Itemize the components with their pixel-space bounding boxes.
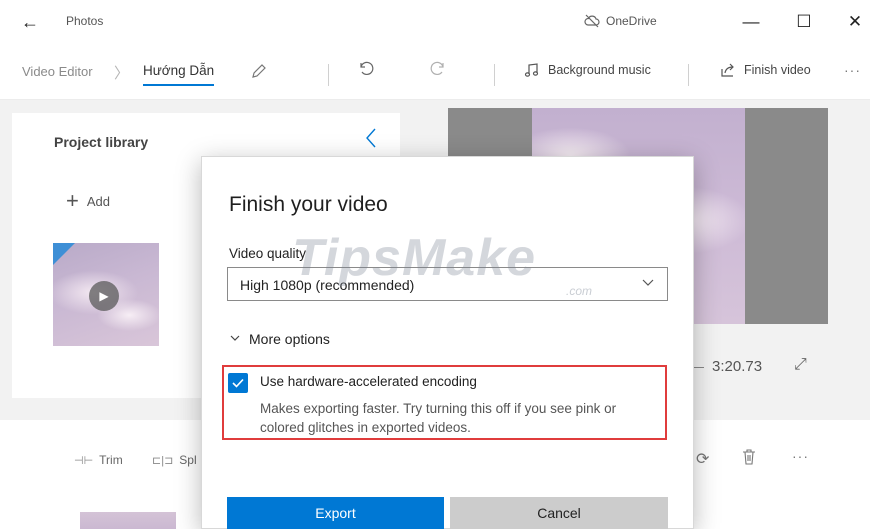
chevron-down-icon xyxy=(641,275,655,292)
add-media-button[interactable]: + Add xyxy=(66,188,110,213)
finish-video-dialog: Finish your video Video quality High 108… xyxy=(201,156,694,529)
maximize-button[interactable]: ☐ xyxy=(789,10,819,34)
hw-encoding-checkbox[interactable] xyxy=(228,373,248,393)
breadcrumb-separator: 〉 xyxy=(114,65,130,82)
in-use-corner-marker xyxy=(53,243,75,265)
watermark-suffix: .com xyxy=(566,284,593,298)
music-note-icon xyxy=(524,63,539,77)
finish-video-label: Finish video xyxy=(744,63,811,77)
trim-label: Trim xyxy=(99,453,123,467)
undo-icon[interactable] xyxy=(356,59,374,82)
project-name[interactable]: Hướng Dẫn xyxy=(143,63,215,86)
trim-icon: ⊣⊢ xyxy=(74,454,94,467)
chevron-down-icon xyxy=(229,332,241,347)
project-library-title: Project library xyxy=(54,134,149,150)
storyboard-clip-thumbnail[interactable] xyxy=(80,512,176,529)
minimize-button[interactable]: — xyxy=(736,10,766,34)
background-music-button[interactable]: Background music xyxy=(524,62,651,78)
toolbar-divider xyxy=(328,64,329,86)
rotate-icon[interactable]: ⟳ xyxy=(696,449,709,469)
background-music-label: Background music xyxy=(548,63,651,77)
dialog-title: Finish your video xyxy=(229,193,388,216)
hw-encoding-description: Makes exporting faster. Try turning this… xyxy=(260,401,617,435)
onedrive-status[interactable]: OneDrive xyxy=(584,11,657,31)
hw-encoding-label[interactable]: Use hardware-accelerated encoding xyxy=(260,374,477,389)
split-label: Spl xyxy=(179,453,197,467)
editor-toolbar: Video Editor 〉 Hướng Dẫn Background musi… xyxy=(0,45,870,100)
breadcrumb-video-editor[interactable]: Video Editor xyxy=(22,64,93,79)
delete-trash-icon[interactable] xyxy=(742,449,756,470)
end-time: 3:20.73 xyxy=(712,358,763,375)
cancel-button[interactable]: Cancel xyxy=(450,497,668,529)
share-export-icon xyxy=(721,63,734,77)
cloud-off-icon xyxy=(584,14,600,28)
fullscreen-icon[interactable]: ⤢ xyxy=(794,356,807,374)
more-options-toggle[interactable]: More options xyxy=(229,331,330,347)
back-arrow-icon[interactable]: ← xyxy=(18,12,42,32)
trim-button[interactable]: ⊣⊢ Trim xyxy=(74,453,123,467)
export-button[interactable]: Export xyxy=(227,497,444,529)
library-media-thumbnail[interactable]: ▶ xyxy=(53,243,159,346)
more-options-icon[interactable]: ··· xyxy=(844,62,861,78)
split-button[interactable]: ⊏|⊐ Spl xyxy=(152,453,197,467)
close-button[interactable]: ✕ xyxy=(840,10,870,34)
plus-icon: + xyxy=(66,188,79,213)
redo-icon[interactable] xyxy=(430,59,448,82)
finish-video-button[interactable]: Finish video xyxy=(720,62,811,78)
rename-pencil-icon[interactable] xyxy=(250,62,268,85)
more-options-label: More options xyxy=(249,331,330,347)
collapse-chevron-icon[interactable] xyxy=(364,127,378,155)
checkmark-icon xyxy=(232,378,244,388)
split-icon: ⊏|⊐ xyxy=(152,454,174,467)
toolbar-divider xyxy=(688,64,689,86)
storyboard-more-icon[interactable]: ··· xyxy=(792,448,809,464)
onedrive-label: OneDrive xyxy=(606,14,657,28)
play-icon: ▶ xyxy=(89,281,119,311)
add-media-label: Add xyxy=(86,193,110,209)
toolbar-divider xyxy=(494,64,495,86)
watermark-logo: TipsMake xyxy=(292,229,537,287)
title-bar: ← Photos OneDrive — ☐ ✕ xyxy=(0,0,870,45)
app-title: Photos xyxy=(66,14,104,28)
